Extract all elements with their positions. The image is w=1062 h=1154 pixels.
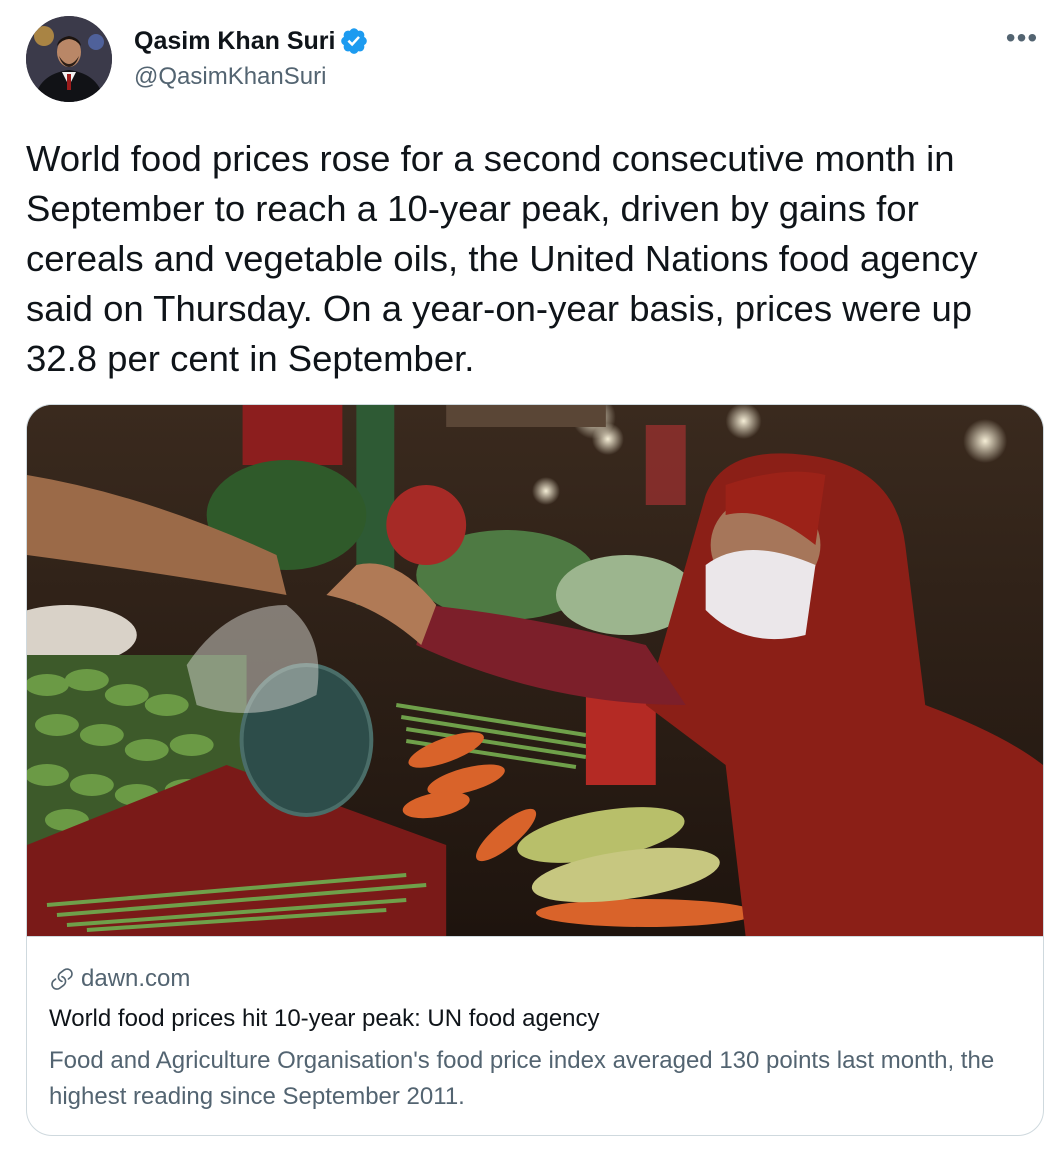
tweet-text: World food prices rose for a second cons…: [26, 138, 978, 379]
author-name-row[interactable]: Qasim Khan Suri: [134, 26, 369, 56]
card-domain[interactable]: dawn.com: [81, 965, 190, 993]
avatar[interactable]: [26, 16, 112, 102]
tweet: Qasim Khan Suri @QasimKhanSuri ••• World…: [0, 0, 1062, 1154]
more-options-button[interactable]: •••: [1002, 18, 1042, 58]
card-title[interactable]: World food prices hit 10-year peak: UN f…: [49, 1005, 600, 1033]
link-icon: [51, 968, 73, 990]
card-divider: [27, 936, 1043, 937]
more-horizontal-icon: •••: [1005, 22, 1039, 53]
card-image[interactable]: [27, 405, 1043, 936]
avatar-image: [26, 16, 112, 102]
verified-badge-icon: [341, 28, 368, 54]
link-card[interactable]: dawn.com World food prices hit 10-year p…: [26, 404, 1044, 1136]
market-photo: [27, 405, 1043, 936]
card-description: Food and Agriculture Organisation's food…: [49, 1047, 995, 1110]
author-handle[interactable]: @QasimKhanSuri: [134, 63, 326, 91]
display-name[interactable]: Qasim Khan Suri: [134, 27, 335, 56]
card-domain-row[interactable]: dawn.com: [49, 965, 190, 993]
